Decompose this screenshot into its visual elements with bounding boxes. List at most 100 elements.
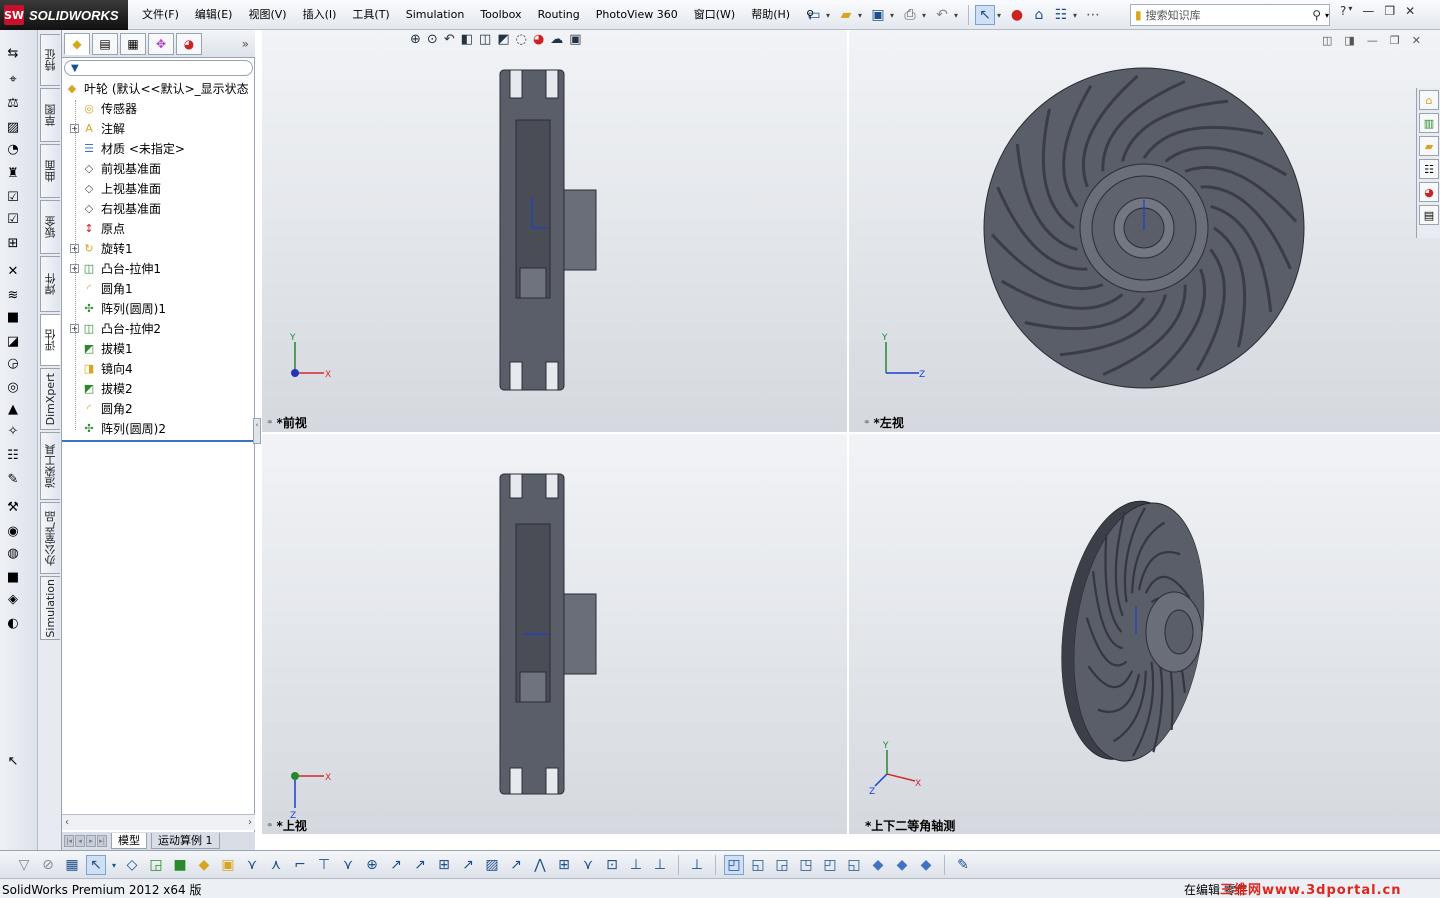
file-properties-icon[interactable]: ⌂	[1029, 5, 1049, 25]
tree-node[interactable]: ◜ 圆角1	[70, 278, 133, 298]
filter-select-icon[interactable]: ↖	[86, 855, 106, 875]
menu-insert[interactable]: 插入(I)	[295, 0, 345, 30]
filter-connection-points-icon[interactable]: ⊡	[602, 855, 622, 875]
solidworks-resources-icon[interactable]: ⌂	[1419, 90, 1439, 110]
viewport-front[interactable]: Y X ⚭ *前视	[262, 30, 847, 432]
restore-icon[interactable]: ❐	[1384, 4, 1395, 18]
hide-show-items-icon[interactable]: ◌	[516, 32, 527, 47]
dfm-icon[interactable]: ⚒	[4, 498, 22, 516]
filter-clear-icon[interactable]: ⊘	[38, 855, 58, 875]
print-dropdown-icon[interactable]: ▾	[922, 11, 930, 20]
tab-simulation[interactable]: Simulation	[40, 576, 60, 640]
tab-surfaces[interactable]: 曲面	[40, 144, 60, 198]
scroll-right-icon[interactable]: ›	[248, 817, 252, 828]
search-dropdown-icon[interactable]: ▾	[1325, 11, 1329, 20]
open-folder-icon[interactable]: ▰	[836, 5, 856, 25]
edit-appearance-icon[interactable]: ◕	[533, 32, 544, 47]
tree-node[interactable]: ◇ 前视基准面	[70, 158, 161, 178]
view-top-icon[interactable]: ◱	[844, 855, 864, 875]
custom-properties-icon[interactable]: ▤	[1419, 205, 1439, 225]
thickness-icon[interactable]: ◶	[4, 354, 22, 372]
tree-node[interactable]: + A 注解	[70, 118, 125, 138]
tab-first-icon[interactable]: |◂	[64, 835, 74, 847]
search-input[interactable]: 搜索知识库	[1146, 7, 1309, 23]
tree-node[interactable]: ◩ 拔模2	[70, 378, 133, 398]
view-isometric-icon[interactable]: ◆	[868, 855, 888, 875]
viewport-restore-icon[interactable]: ❐	[1390, 34, 1400, 47]
tree-node[interactable]: ✣ 阵列(圆周)1	[70, 298, 166, 318]
sustainability-icon[interactable]: ◍	[4, 544, 22, 562]
curvature-icon[interactable]: ■	[4, 308, 22, 326]
select-cursor-icon[interactable]: ↖	[975, 5, 995, 25]
draft-analysis-icon[interactable]: ✕	[4, 262, 22, 280]
section-properties-icon[interactable]: ▨	[4, 118, 22, 136]
tree-node[interactable]: ◎ 传感器	[70, 98, 137, 118]
filter-surface-bodies-icon[interactable]: ◆	[194, 855, 214, 875]
view-orientation-icon[interactable]: ◫	[479, 32, 491, 47]
file-explorer-icon[interactable]: ▰	[1419, 136, 1439, 156]
tree-node[interactable]: ◇ 上视基准面	[70, 178, 161, 198]
view-back-icon[interactable]: ◲	[772, 855, 792, 875]
search-icon[interactable]: ⚲	[1312, 8, 1321, 22]
view-normal-to-icon[interactable]: ◰	[724, 855, 744, 875]
tree-filter[interactable]: ▼	[64, 60, 253, 76]
tab-next-icon[interactable]: ▸	[86, 835, 96, 847]
view-tool-icon[interactable]: ✎	[953, 855, 973, 875]
search-box[interactable]: ▮ 搜索知识库 ⚲ ▾	[1130, 4, 1330, 26]
filter-solid-bodies-icon[interactable]: ▣	[218, 855, 238, 875]
scroll-left-icon[interactable]: ‹	[65, 817, 69, 828]
options-icon[interactable]: ☷	[1051, 5, 1071, 25]
select-dropdown-icon[interactable]: ▾	[997, 11, 1005, 20]
viewport-split-icon[interactable]: ◨	[1344, 34, 1354, 47]
tree-node[interactable]: + ◫ 凸台-拉伸1	[70, 258, 161, 278]
display-manager-tab-icon[interactable]: ◕	[176, 32, 202, 55]
viewport-left[interactable]: Y Z ⚭ *左视	[849, 30, 1440, 432]
zoom-to-fit-icon[interactable]: ⊕	[410, 32, 421, 47]
tab-model[interactable]: 模型	[111, 833, 147, 849]
filter-notes-icon[interactable]: ↗	[386, 855, 406, 875]
menu-tools[interactable]: 工具(T)	[344, 0, 397, 30]
tab-prev-icon[interactable]: ◂	[75, 835, 85, 847]
link-views-icon[interactable]: ⚭	[863, 418, 871, 428]
viewport-minimize-icon[interactable]: —	[1367, 34, 1378, 47]
save-dropdown-icon[interactable]: ▾	[890, 11, 898, 20]
tab-sketch[interactable]: 草图	[40, 88, 60, 142]
tab-office-products[interactable]: 办公室产品	[40, 502, 60, 574]
filter-balloons-icon[interactable]: ↗	[506, 855, 526, 875]
view-front-icon[interactable]: ◱	[748, 855, 768, 875]
filter-routing-icon[interactable]: ⋎	[578, 855, 598, 875]
help-dropdown-icon[interactable]: ▾	[1348, 4, 1352, 18]
filter-axes-icon[interactable]: ⋎	[242, 855, 262, 875]
menu-edit[interactable]: 编辑(E)	[187, 0, 241, 30]
design-library-icon[interactable]: ▥	[1419, 113, 1439, 133]
tree-node[interactable]: ◇ 右视基准面	[70, 198, 161, 218]
filter-weld-icon[interactable]: ⊞	[434, 855, 454, 875]
options-dropdown-icon[interactable]: ▾	[1073, 11, 1081, 20]
help-icon[interactable]: ?	[1340, 4, 1346, 18]
tree-node[interactable]: ↕ 原点	[70, 218, 125, 238]
view-settings-icon[interactable]: ▣	[569, 32, 581, 47]
app-logo[interactable]: SW SOLIDWORKS	[0, 0, 128, 30]
undo-dropdown-icon[interactable]: ▾	[954, 11, 962, 20]
menu-simulation[interactable]: Simulation	[398, 0, 473, 30]
simxpress-icon[interactable]: ✎	[4, 470, 22, 488]
filter-blocks-icon[interactable]: ⊞	[554, 855, 574, 875]
filter-cosmetic-threads-icon[interactable]: ⋀	[530, 855, 550, 875]
tree-node[interactable]: + ↻ 旋转1	[70, 238, 133, 258]
menu-file[interactable]: 文件(F)	[134, 0, 187, 30]
filter-select-dropdown-icon[interactable]: ▾	[110, 855, 118, 875]
apply-scene-icon[interactable]: ☁	[550, 32, 563, 47]
dimxpert-manager-tab-icon[interactable]: ✥	[148, 32, 174, 55]
filter-datum-icon[interactable]: ↗	[458, 855, 478, 875]
menu-help[interactable]: 帮助(H)	[743, 0, 798, 30]
menu-toolbox[interactable]: Toolbox	[472, 0, 529, 30]
undercut-icon[interactable]: ◎	[4, 378, 22, 396]
tree-node[interactable]: ◜ 圆角2	[70, 398, 133, 418]
view-trimetric-icon[interactable]: ◆	[892, 855, 912, 875]
tab-motion-study[interactable]: 运动算例 1	[151, 833, 220, 849]
costing-icon[interactable]: ◉	[4, 522, 22, 540]
tree-node[interactable]: ☰ 材质 <未指定>	[70, 138, 185, 158]
panel-splitter[interactable]: ‹	[253, 418, 261, 444]
print-icon[interactable]: ⎙	[900, 5, 920, 25]
zebra-stripes-icon[interactable]: ≋	[4, 286, 22, 304]
